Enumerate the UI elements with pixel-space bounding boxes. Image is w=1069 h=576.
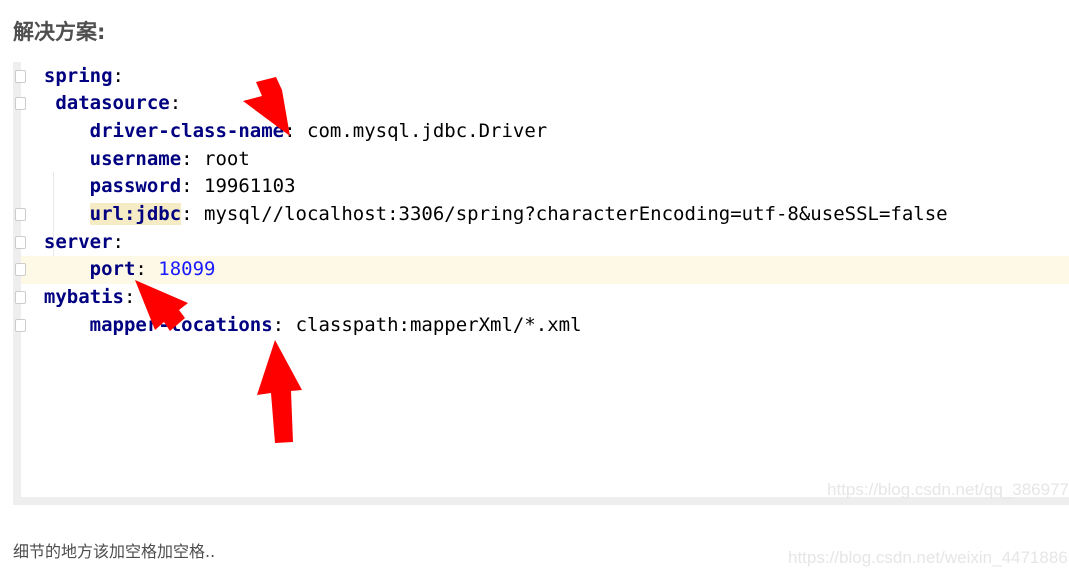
- annotation-arrows: [135, 77, 302, 443]
- red-arrow-icon: [257, 340, 302, 443]
- red-arrow-icon: [135, 280, 188, 331]
- note-text: 细节的地方该加空格加空格..: [13, 542, 216, 561]
- page-watermark: https://blog.csdn.net/weixin_44718865: [788, 548, 1069, 567]
- red-arrow-icon: [243, 77, 290, 136]
